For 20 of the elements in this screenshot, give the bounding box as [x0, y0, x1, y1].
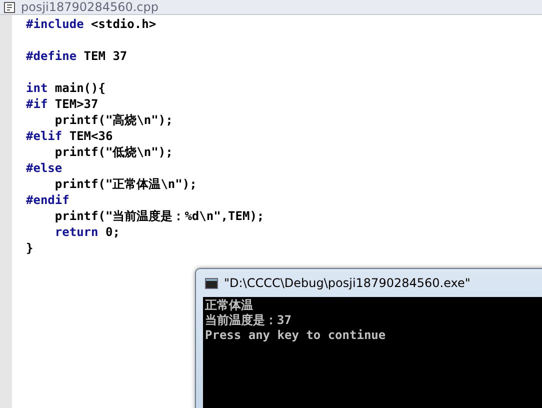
console-icon: [205, 278, 219, 288]
code-line: printf("高烧\n");: [54, 112, 174, 128]
code-line: #endif: [26, 192, 70, 208]
code-line: }: [26, 240, 34, 256]
code-line: #include <stdio.h>: [26, 16, 158, 32]
code-line: #elif TEM<36: [26, 128, 114, 144]
code-line: printf("低烧\n");: [54, 144, 174, 160]
console-line: 正常体温: [205, 298, 254, 313]
code-line: return 0;: [54, 224, 121, 240]
code-line: printf("正常体温\n");: [54, 176, 198, 192]
console-line: Press any key to continue: [205, 328, 387, 343]
code-line: #else: [26, 160, 64, 176]
code-line: #if TEM>37: [26, 96, 100, 112]
code-line: printf("当前温度是：%d\n",TEM);: [54, 208, 266, 224]
document-icon: [4, 2, 15, 12]
code-line: int main(){: [26, 80, 106, 96]
code-line: #define TEM 37: [26, 48, 128, 64]
console-line: 当前温度是：37: [205, 313, 292, 328]
console-title: "D:\CCCC\Debug\posji18790284560.exe": [224, 276, 470, 290]
file-tab[interactable]: posji18790284560.cpp: [21, 0, 159, 14]
